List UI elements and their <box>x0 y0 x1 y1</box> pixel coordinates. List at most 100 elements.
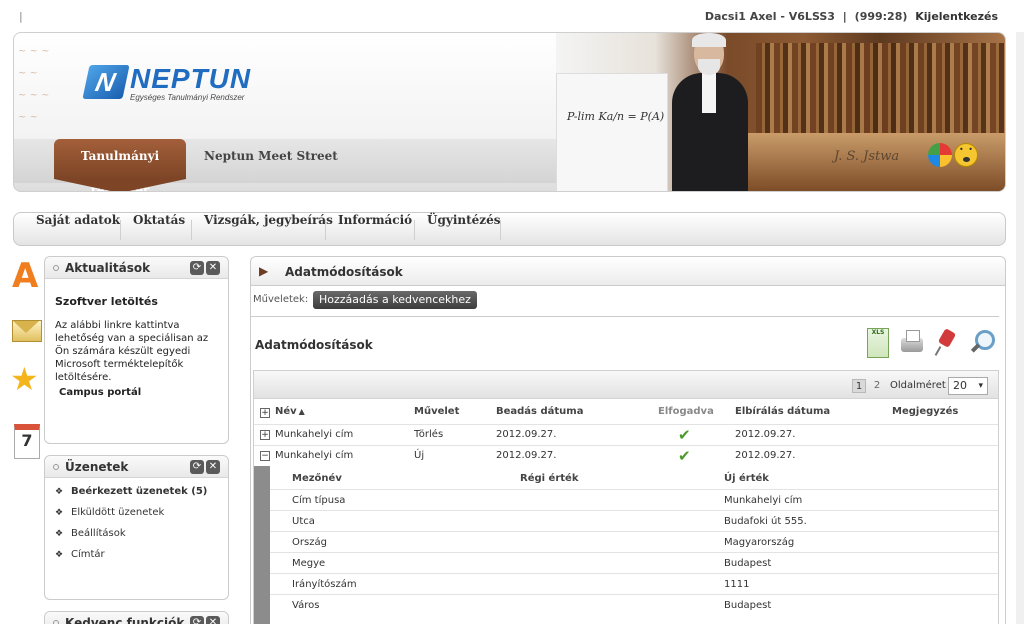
messages-item-sent[interactable]: ❖ Elküldött üzenetek <box>55 507 207 528</box>
neptun-logo[interactable]: NEPTUN Egységes Tanulmányi Rendszer <box>82 63 258 103</box>
mail-icon[interactable] <box>10 312 42 348</box>
messages-item-directory[interactable]: ❖ Címtár <box>55 549 207 570</box>
page-size-select[interactable]: 20 <box>948 377 988 395</box>
messages-item-settings[interactable]: ❖ Beállítások <box>55 528 207 549</box>
user-info: Dacsi1 Axel - V6LSS3 | (999:28) Kijelent… <box>701 10 998 23</box>
tab-tanulmanyi-rendszer[interactable]: Tanulmányi rendszer <box>54 139 186 191</box>
panel-bullet-icon <box>53 620 59 624</box>
header-photo: P-lim Ka/n = P(A) J. S. Jstwa <box>556 33 1005 191</box>
refresh-icon[interactable]: ⟳ <box>190 261 204 275</box>
favorites-panel: Kedvenc funkciók ⟳ ✕ <box>44 611 229 624</box>
header-banner: ~ ~ ~~ ~~ ~ ~~ ~ NEPTUN Egységes Tanulmá… <box>13 32 1006 192</box>
news-a-icon[interactable] <box>10 256 42 296</box>
add-to-favorites-button[interactable]: Hozzáadás a kedvencekhez <box>313 291 477 309</box>
pin-icon[interactable] <box>933 326 959 360</box>
page-1-button[interactable]: 1 <box>852 379 866 393</box>
favorites-panel-header: Kedvenc funkciók ⟳ ✕ <box>45 612 228 624</box>
smiley-icon[interactable] <box>954 143 978 167</box>
column-header-decided[interactable]: Elbírálás dátuma <box>735 406 830 417</box>
detail-header-new: Új érték <box>724 473 769 484</box>
row-decided: 2012.09.27. <box>735 429 796 440</box>
messages-panel-header: Üzenetek ⟳ ✕ <box>45 456 228 478</box>
refresh-icon[interactable]: ⟳ <box>190 616 204 624</box>
row-name: Munkahelyi cím <box>275 429 354 440</box>
close-icon[interactable]: ✕ <box>206 460 220 474</box>
news-panel: Aktualitások ⟳ ✕ Szoftver letöltés Az al… <box>44 256 229 444</box>
row-decided: 2012.09.27. <box>735 450 796 461</box>
xls-export-icon[interactable] <box>865 326 891 360</box>
pager: 1 2 Oldalméret 20 <box>254 371 998 399</box>
menu-item-informacio[interactable]: Információ <box>328 213 422 247</box>
campus-portal-link[interactable]: Campus portál <box>59 387 141 398</box>
diamond-bullet-icon: ❖ <box>55 508 64 518</box>
menu-separator <box>325 220 326 240</box>
diamond-bullet-icon: ❖ <box>55 487 64 497</box>
detail-header-field: Mezőnév <box>292 473 342 484</box>
menu-separator <box>500 220 501 240</box>
operations-label: Műveletek: <box>253 294 309 305</box>
collapse-row-button[interactable]: − <box>260 451 270 461</box>
user-name: Dacsi1 Axel - V6LSS3 <box>704 10 835 23</box>
detail-field: Ország <box>292 537 327 548</box>
table-row[interactable]: + Munkahelyi cím Törlés 2012.09.27. ✔ 20… <box>254 424 998 445</box>
row-action: Törlés <box>414 429 444 440</box>
menu-item-sajat-adatok[interactable]: Saját adatok <box>26 213 130 247</box>
expand-row-button[interactable]: + <box>260 430 270 440</box>
detail-subtable: Mezőnév Régi érték Új érték Cím típusa M… <box>254 466 998 624</box>
detail-field: Cím típusa <box>292 495 346 506</box>
column-header-name[interactable]: Név ▲ <box>275 406 305 417</box>
main-panel-header: ▶ Adatmódosítások <box>250 256 1006 286</box>
messages-panel-title: Üzenetek <box>65 460 129 474</box>
page-title: Adatmódosítások <box>285 265 403 279</box>
detail-new-value: 1111 <box>724 579 750 590</box>
calendar-icon[interactable] <box>10 420 42 459</box>
menu-item-vizsgak[interactable]: Vizsgák, jegybeírás <box>194 213 343 247</box>
detail-field: Utca <box>292 516 315 527</box>
detail-field: Irányítószám <box>292 579 357 590</box>
whiteboard: P-lim Ka/n = P(A) <box>556 73 668 191</box>
diamond-bullet-icon: ❖ <box>55 529 64 539</box>
detail-field: Város <box>292 600 320 611</box>
close-icon[interactable]: ✕ <box>206 261 220 275</box>
page-scrollbar[interactable] <box>1016 32 1024 624</box>
print-icon[interactable] <box>899 326 925 360</box>
row-action: Új <box>414 450 425 461</box>
menu-item-ugyintezes[interactable]: Ügyintézés <box>417 213 511 247</box>
menu-separator <box>120 220 121 240</box>
favorites-panel-title: Kedvenc funkciók <box>65 616 185 624</box>
decorative-handwriting: ~ ~ ~ ~ ~ ~ ~ ~ ~ ~ <box>18 46 50 123</box>
diamond-bullet-icon: ❖ <box>55 550 64 560</box>
main-menu: Saját adatok Oktatás Vizsgák, jegybeírás… <box>13 212 1006 246</box>
expand-all-button[interactable]: + <box>260 408 270 418</box>
whiteboard-formula: P-lim Ka/n = P(A) <box>567 110 665 123</box>
refresh-icon[interactable]: ⟳ <box>190 460 204 474</box>
column-header-action[interactable]: Művelet <box>414 406 459 417</box>
column-header-submitted[interactable]: Beadás dátuma <box>496 406 583 417</box>
check-icon: ✔ <box>678 426 691 444</box>
column-header-accepted[interactable]: Elfogadva <box>658 406 714 417</box>
detail-new-value: Budapest <box>724 558 772 569</box>
session-timer: (999:28) <box>854 10 908 23</box>
detail-row: Város Budapest <box>270 594 998 615</box>
detail-header-old: Régi érték <box>520 473 579 484</box>
page-size-label: Oldalméret <box>890 380 946 391</box>
tab-neptun-meet-street[interactable]: Neptun Meet Street <box>204 149 338 163</box>
news-panel-header: Aktualitások ⟳ ✕ <box>45 257 228 279</box>
professor-figure <box>664 33 754 191</box>
menu-item-oktatas[interactable]: Oktatás <box>123 213 195 247</box>
search-icon[interactable] <box>967 326 995 360</box>
detail-row: Ország Magyarország <box>270 531 998 552</box>
row-submitted: 2012.09.27. <box>496 429 557 440</box>
news-panel-title: Aktualitások <box>65 261 151 275</box>
messages-item-inbox[interactable]: ❖ Beérkezett üzenetek (5) <box>55 486 207 507</box>
table-row[interactable]: − Munkahelyi cím Új 2012.09.27. ✔ 2012.0… <box>254 445 998 466</box>
detail-indent-bar <box>254 466 270 624</box>
data-grid: 1 2 Oldalméret 20 + Név▲ Művelet Beadás … <box>253 370 999 624</box>
logo-name: NEPTUN <box>130 63 252 94</box>
logout-link[interactable]: Kijelentkezés <box>915 10 998 23</box>
color-wheel-icon[interactable] <box>928 143 952 167</box>
close-icon[interactable]: ✕ <box>206 616 220 624</box>
column-header-note[interactable]: Megjegyzés <box>892 406 958 417</box>
page-2-button[interactable]: 2 <box>870 379 884 393</box>
star-icon[interactable] <box>10 360 42 400</box>
